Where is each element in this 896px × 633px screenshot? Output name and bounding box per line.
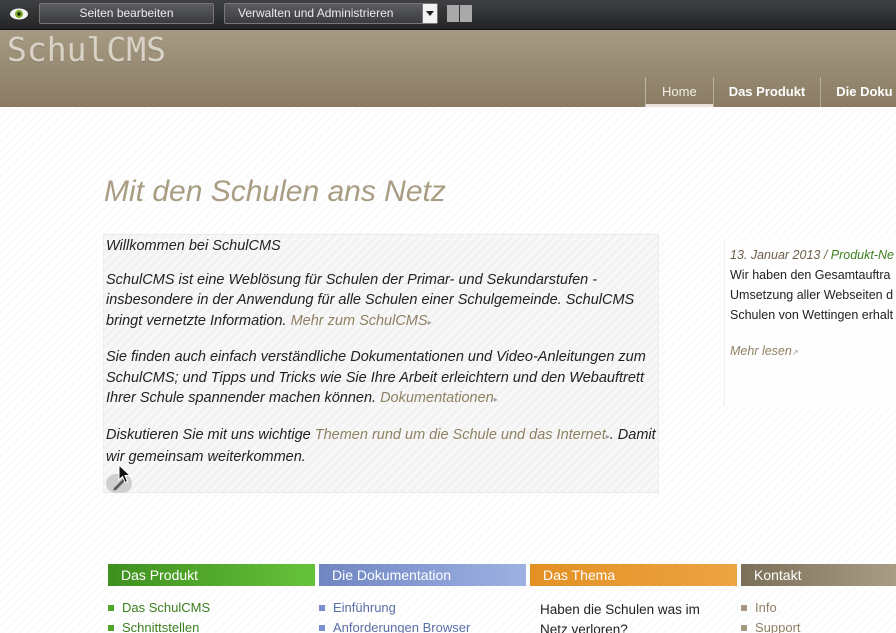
list-item[interactable]: Support <box>741 618 896 633</box>
news-panel: 13. Januar 2013 / Produkt-Ne Wir haben d… <box>724 239 896 407</box>
news-line: Wir haben den Gesamtauftra <box>730 268 891 282</box>
column-documentation: Die Dokumentation Einführung Anforderung… <box>319 564 526 633</box>
list-item[interactable]: Das SchulCMS <box>108 598 315 618</box>
admin-toolbar: Seiten bearbeiten Verwalten und Administ… <box>0 0 896 30</box>
link-arrow-icon: ▸ <box>493 395 498 404</box>
mouse-cursor-icon <box>118 464 131 484</box>
topic-text: Haben die Schulen was im <box>540 602 700 617</box>
layout-toggle-left[interactable] <box>447 5 459 22</box>
column-heading: Die Dokumentation <box>319 564 526 586</box>
chevron-down-icon[interactable] <box>422 4 437 23</box>
news-header: 13. Januar 2013 / Produkt-Ne <box>730 245 896 265</box>
main-content: Mit den Schulen ans Netz Willkommen bei … <box>0 107 896 633</box>
welcome-text: Willkommen bei SchulCMS <box>106 238 281 254</box>
list-item[interactable]: Einführung <box>319 598 526 618</box>
intro-paragraph-1: SchulCMS ist eine Weblösung für Schulen … <box>106 270 656 334</box>
edit-pages-button[interactable]: Seiten bearbeiten <box>39 3 214 24</box>
main-nav: Home Das Produkt Die Doku <box>645 77 896 107</box>
list-item[interactable]: Anforderungen Browser <box>319 618 526 633</box>
news-separator: / <box>820 248 831 262</box>
nav-item-home[interactable]: Home <box>645 77 713 107</box>
column-heading: Das Thema <box>530 564 737 586</box>
intro-paragraph-2: Sie finden auch einfach verständliche Do… <box>106 347 656 411</box>
more-about-schulcms-link[interactable]: Mehr zum SchulCMS <box>291 313 428 329</box>
topics-link[interactable]: Themen rund um die Schule und das Intern… <box>315 427 606 443</box>
page-title: Mit den Schulen ans Netz <box>104 175 446 208</box>
site-logo[interactable]: SchulCMS <box>7 30 166 69</box>
read-more-label: Mehr lesen <box>730 344 792 358</box>
column-topic: Das Thema Haben die Schulen was im Netz … <box>530 564 737 633</box>
list-item[interactable]: Info <box>741 598 896 618</box>
intro-text-3-start: Diskutieren Sie mit uns wichtige <box>106 426 311 443</box>
layout-toggle-right[interactable] <box>460 5 472 22</box>
link-arrow-icon: ▸ <box>427 317 432 327</box>
nav-item-product[interactable]: Das Produkt <box>712 77 821 107</box>
topic-text: Netz verloren? <box>540 622 628 633</box>
list-item[interactable]: Schnittstellen <box>108 618 315 633</box>
nav-item-docs[interactable]: Die Doku <box>820 77 896 107</box>
manage-administer-select[interactable]: Verwalten und Administrieren <box>224 3 438 24</box>
read-more-link[interactable]: Mehr lesen↗ <box>730 341 896 363</box>
documentation-link[interactable]: Dokumentationen <box>380 390 494 406</box>
intro-text-2: Sie finden auch einfach verständliche Do… <box>106 349 646 406</box>
news-date: 13. Januar 2013 <box>730 248 821 262</box>
link-arrow-icon: ↗ <box>791 348 799 357</box>
site-header: SchulCMS Home Das Produkt Die Doku <box>0 30 896 107</box>
column-heading: Kontakt <box>741 564 896 586</box>
column-heading: Das Produkt <box>108 564 315 586</box>
eye-icon[interactable] <box>9 7 29 21</box>
column-product: Das Produkt Das SchulCMS Schnittstellen <box>108 564 315 633</box>
column-contact: Kontakt Info Support <box>741 564 896 633</box>
news-line: Umsetzung aller Webseiten d <box>730 288 894 302</box>
news-line: Schulen von Wettingen erhalt <box>730 308 894 322</box>
intro-box: Willkommen bei SchulCMS SchulCMS ist ein… <box>103 234 659 493</box>
news-category-link[interactable]: Produkt-Ne <box>831 248 894 262</box>
intro-paragraph-3: Diskutieren Sie mit uns wichtige Themen … <box>106 425 656 468</box>
manage-select-value: Verwalten und Administrieren <box>238 6 394 20</box>
